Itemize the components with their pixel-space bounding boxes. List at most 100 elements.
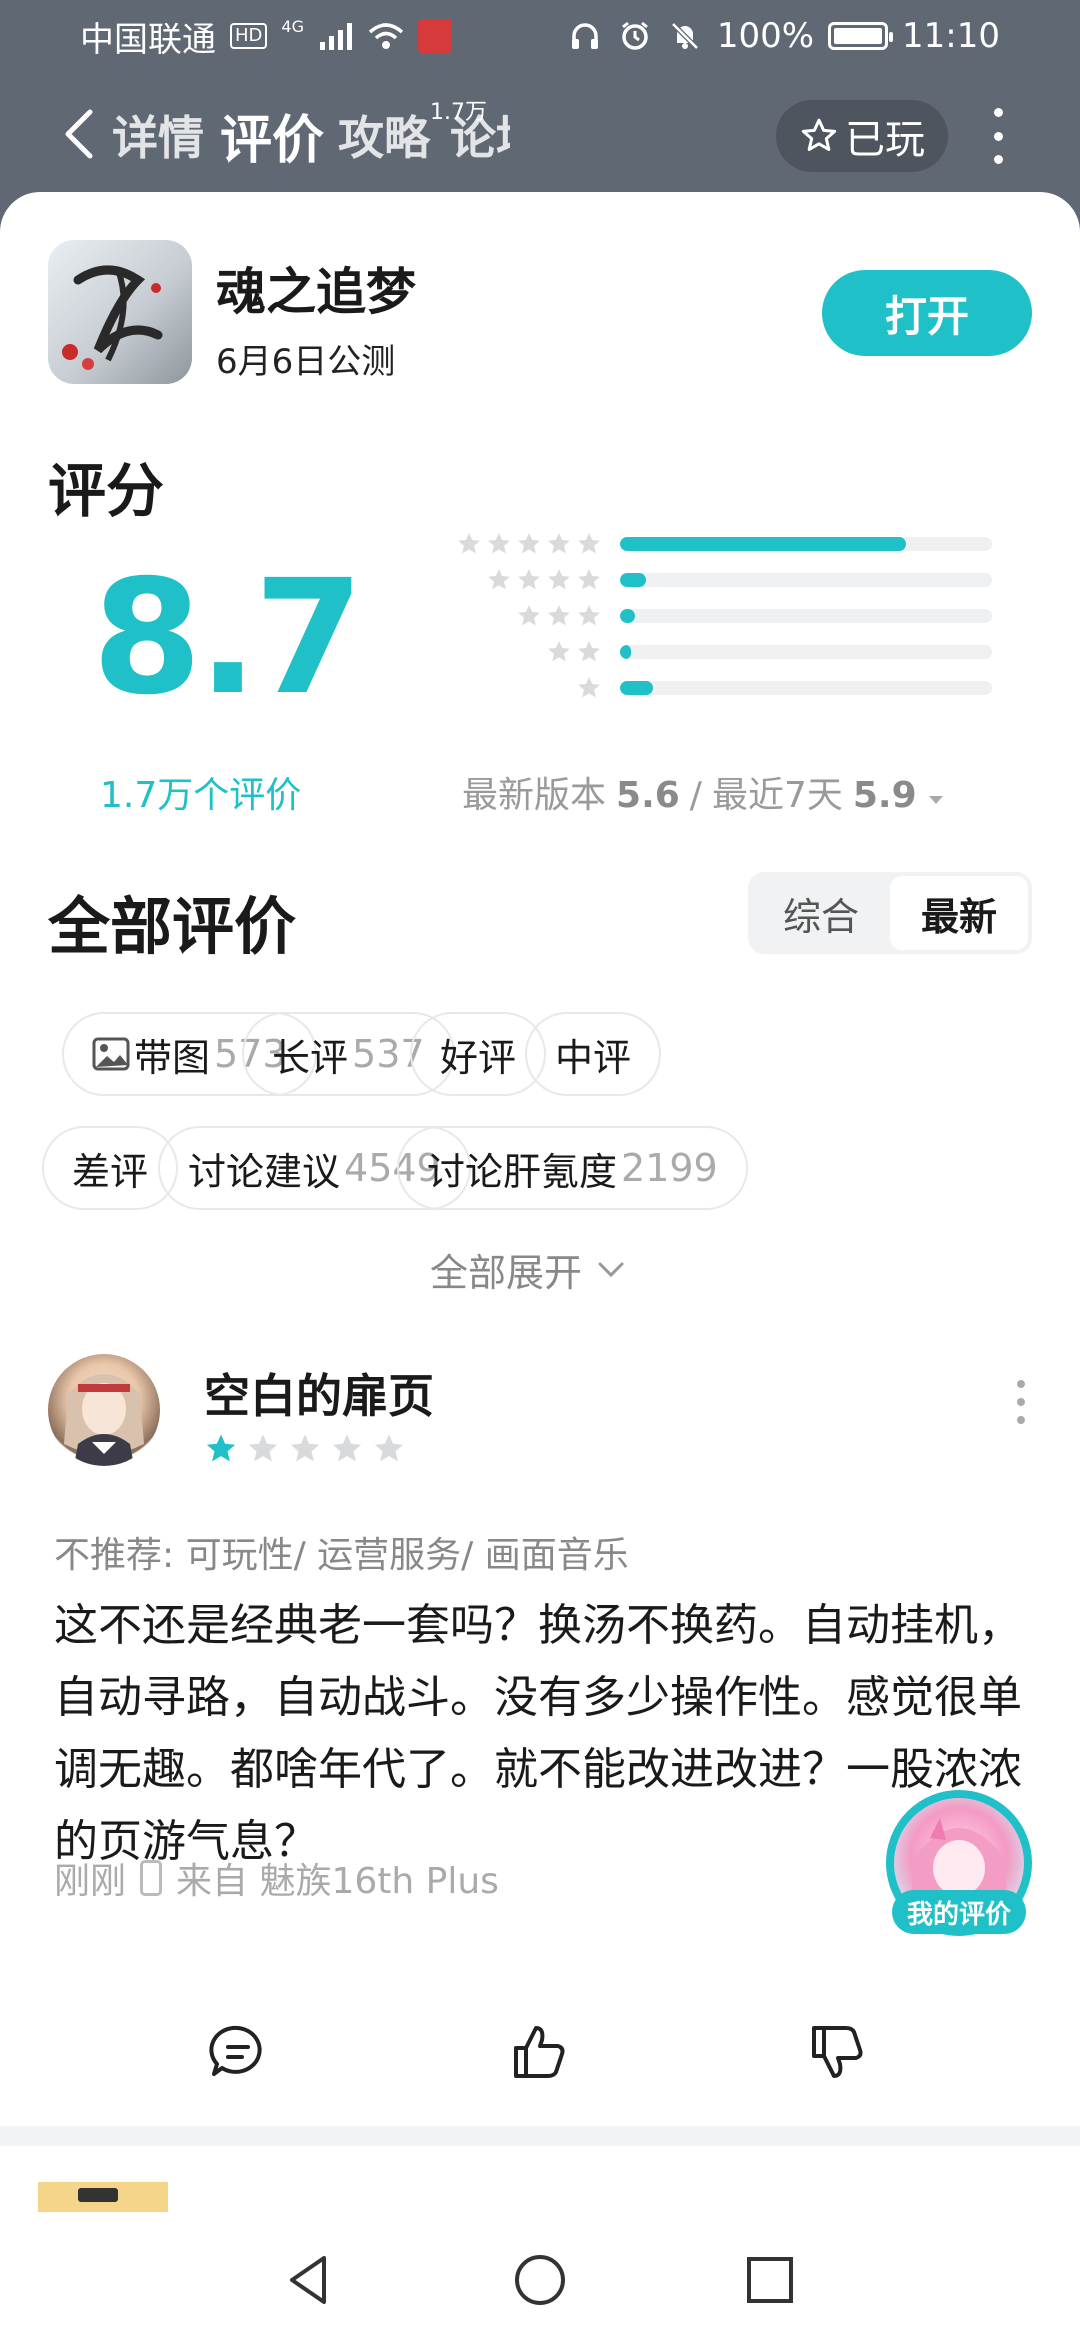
status-left: 中国联通 HD 4G bbox=[80, 12, 452, 61]
distribution-stars bbox=[392, 567, 602, 593]
distribution-row-1-stars bbox=[392, 670, 992, 706]
chip-discussion-grind-spend[interactable]: 讨论肝氪度 2199 bbox=[397, 1126, 748, 1210]
played-label: 已玩 bbox=[845, 117, 925, 163]
star-icon bbox=[516, 567, 542, 593]
star-empty-icon bbox=[288, 1432, 322, 1466]
open-button[interactable]: 打开 bbox=[822, 270, 1032, 356]
star-empty-icon bbox=[372, 1432, 406, 1466]
star-icon bbox=[516, 531, 542, 557]
distribution-stars bbox=[392, 603, 602, 629]
distribution-bar-track bbox=[620, 681, 992, 695]
chip-label: 好评 bbox=[440, 1035, 517, 1080]
more-menu-button[interactable] bbox=[986, 108, 1010, 164]
expand-all-button[interactable]: 全部展开 bbox=[430, 1242, 626, 1297]
star-icon bbox=[546, 567, 572, 593]
tab-forum[interactable]: 论坛 bbox=[450, 102, 510, 168]
section-divider bbox=[0, 2126, 1080, 2146]
chip-label: 长评 bbox=[272, 1035, 349, 1080]
distribution-bar-track bbox=[620, 573, 992, 587]
distribution-bar-fill bbox=[620, 609, 635, 623]
mute-bell-icon bbox=[667, 21, 703, 51]
star-icon bbox=[516, 603, 542, 629]
network-type: 4G bbox=[281, 16, 304, 36]
version-separator: / bbox=[689, 775, 702, 816]
review-meta: 刚刚 来自 魅族16th Plus bbox=[54, 1852, 499, 1904]
review-more-button[interactable] bbox=[1014, 1380, 1028, 1424]
distribution-stars bbox=[392, 675, 602, 701]
distribution-bar-track bbox=[620, 609, 992, 623]
tab-details[interactable]: 详情 bbox=[112, 102, 204, 168]
version-rating[interactable]: 最新版本 5.6 / 最近7天 5.9 bbox=[462, 766, 945, 818]
like-button[interactable] bbox=[508, 2022, 568, 2082]
content-sheet: 魂之追梦 6月6日公测 打开 评分 8.7 1.7万个评价 最新版本 5.6 /… bbox=[0, 192, 1080, 2340]
dislike-button[interactable] bbox=[806, 2022, 866, 2082]
distribution-bar-fill bbox=[620, 645, 632, 659]
system-recents-icon[interactable] bbox=[740, 2250, 800, 2310]
chip-count: 2199 bbox=[621, 1146, 718, 1190]
star-icon bbox=[456, 531, 482, 557]
recent-label: 最近7天 bbox=[711, 775, 843, 816]
recent-score: 5.9 bbox=[852, 775, 917, 816]
star-icon bbox=[546, 603, 572, 629]
reviewer-name[interactable]: 空白的扉页 bbox=[204, 1360, 434, 1426]
distribution-bar-fill bbox=[620, 681, 654, 695]
system-back-icon[interactable] bbox=[280, 2250, 340, 2310]
more-dot-icon bbox=[1017, 1398, 1025, 1406]
system-home-icon[interactable] bbox=[510, 2250, 570, 2310]
distribution-stars bbox=[392, 639, 602, 665]
carrier-label: 中国联通 bbox=[80, 19, 216, 60]
signal-icon bbox=[318, 21, 354, 51]
rating-title: 评分 bbox=[48, 457, 165, 525]
more-dot-icon bbox=[1017, 1380, 1025, 1388]
star-filled-icon bbox=[204, 1432, 238, 1466]
tab-reviews[interactable]: 评价 bbox=[220, 98, 324, 173]
back-button[interactable] bbox=[58, 106, 106, 162]
distribution-row-2-stars bbox=[392, 634, 992, 670]
wifi-icon bbox=[368, 21, 404, 51]
chip-neutral[interactable]: 中评 bbox=[525, 1012, 662, 1096]
reviewer-avatar[interactable] bbox=[48, 1354, 160, 1466]
distribution-bar-fill bbox=[620, 573, 647, 587]
sort-option-latest[interactable]: 最新 bbox=[890, 876, 1028, 950]
chip-label: 中评 bbox=[555, 1035, 632, 1080]
review-tags: 不推荐: 可玩性/ 运营服务/ 画面音乐 bbox=[54, 1535, 629, 1576]
star-icon bbox=[576, 639, 602, 665]
status-bar: 中国联通 HD 4G 100% 11:10 bbox=[0, 0, 1080, 72]
alarm-icon bbox=[617, 21, 653, 51]
distribution-row-4-stars bbox=[392, 562, 992, 598]
hd-icon: HD bbox=[230, 23, 268, 49]
review-star-rating bbox=[204, 1432, 406, 1466]
more-dot-icon bbox=[993, 155, 1003, 164]
back-arrow-icon bbox=[65, 109, 93, 159]
image-icon bbox=[92, 1037, 130, 1071]
review-time: 刚刚 bbox=[54, 1861, 127, 1902]
all-reviews-title: 全部评价 bbox=[48, 890, 297, 963]
headphone-icon bbox=[567, 21, 603, 51]
sort-option-comprehensive[interactable]: 综合 bbox=[752, 876, 890, 950]
phone-icon bbox=[140, 1860, 163, 1896]
distribution-row-5-stars bbox=[392, 526, 992, 562]
expand-label: 全部展开 bbox=[430, 1251, 583, 1295]
star-empty-icon bbox=[246, 1432, 280, 1466]
next-review-avatar[interactable] bbox=[38, 2182, 168, 2212]
distribution-bar-fill bbox=[620, 537, 907, 551]
clock: 11:10 bbox=[902, 16, 1000, 56]
game-app-icon[interactable] bbox=[48, 240, 192, 384]
played-button[interactable]: 已玩 bbox=[776, 100, 948, 172]
chip-label: 讨论建议 bbox=[188, 1149, 341, 1194]
rating-distribution bbox=[392, 526, 992, 706]
system-nav-bar bbox=[0, 2220, 1080, 2340]
tab-guides[interactable]: 攻略 bbox=[338, 102, 430, 168]
star-outline-icon bbox=[801, 118, 837, 151]
star-empty-icon bbox=[330, 1432, 364, 1466]
review-actions bbox=[0, 2012, 1080, 2112]
chip-label: 带图 bbox=[134, 1035, 211, 1080]
chevron-down-icon bbox=[598, 1262, 624, 1277]
rating-score: 8.7 bbox=[92, 546, 364, 730]
sort-toggle: 综合 最新 bbox=[748, 872, 1032, 954]
comment-button[interactable] bbox=[208, 2022, 268, 2082]
battery-percent: 100% bbox=[716, 16, 815, 56]
my-review-button[interactable]: 我的评价 bbox=[886, 1790, 1032, 1940]
app-notification-icon bbox=[417, 19, 452, 53]
star-icon bbox=[576, 567, 602, 593]
